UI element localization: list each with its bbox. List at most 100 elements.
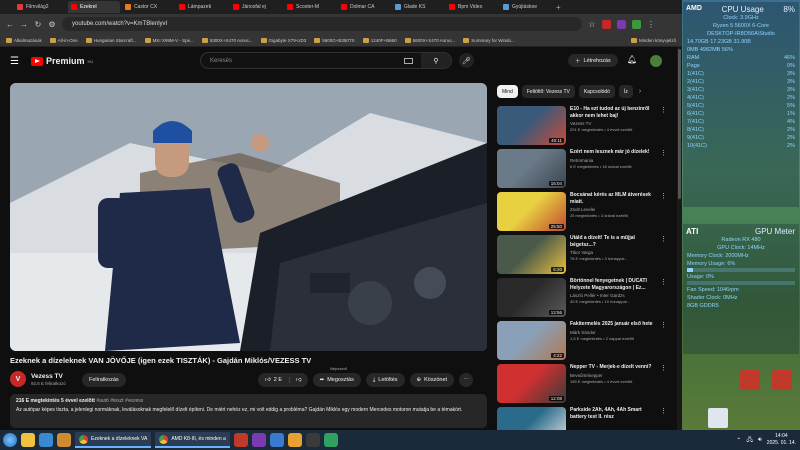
dislike-button[interactable]: 👎︎	[289, 377, 308, 383]
clock[interactable]: 14:04 2025. 01. 14.	[767, 433, 796, 447]
chevron-right-icon[interactable]: ›	[639, 85, 641, 98]
bookmark-item[interactable]: Hungarian Starcraft...	[85, 37, 137, 43]
video-thumbnail[interactable]: 15:04	[497, 149, 566, 188]
desktop-app-icon[interactable]	[740, 370, 760, 390]
like-button[interactable]: 👍︎ 2 E 👎︎	[258, 373, 308, 387]
extension-icon[interactable]	[632, 19, 641, 29]
video-menu-icon[interactable]: ⋮	[660, 149, 667, 157]
app-icon[interactable]	[323, 433, 338, 447]
video-menu-icon[interactable]: ⋮	[660, 235, 667, 243]
recommended-video[interactable]: 25:50 Bocsánat kérés az MLM átverések mia…	[497, 192, 667, 235]
app-icon[interactable]	[233, 433, 248, 447]
avatar[interactable]	[650, 55, 662, 67]
forward-icon[interactable]: →	[20, 20, 28, 29]
bookmark-item[interactable]: 5300X+X470 Aorus...	[201, 37, 253, 43]
browser-tab[interactable]: Bpm Video	[446, 1, 498, 13]
recommended-video[interactable]: 13:56 Börtönnel fenyegetnek | DUCATI Hely…	[497, 278, 667, 321]
hashtags[interactable]: #autó #teszt #vezess	[96, 398, 143, 404]
network-icon[interactable]: 🖧︎	[746, 435, 753, 445]
thanks-button[interactable]: ⊕ Köszönet	[409, 373, 455, 387]
video-title-small[interactable]: E10 - Ha ezt tudod az új benzinről akkor…	[570, 106, 658, 119]
filter-chip[interactable]: Mind	[497, 85, 518, 98]
browser-tab[interactable]: Castor CX	[122, 1, 174, 13]
url-field[interactable]: youtube.com/watch?v=KmTBlenlyvI	[62, 17, 582, 31]
video-title-small[interactable]: Ezért nem lesznek már jó dízelek!	[570, 149, 658, 156]
site-info-icon[interactable]: ⚙	[48, 20, 56, 29]
taskbar-second-window[interactable]: AMD K8-III, és minden a	[155, 432, 230, 448]
app-icon[interactable]	[57, 433, 71, 447]
taskbar-chrome-window[interactable]: Ezeknek a dízeleknek VA	[75, 432, 152, 448]
browser-tab[interactable]: Filmvilág2	[14, 1, 66, 13]
scrollbar-thumb[interactable]	[678, 49, 681, 199]
video-player[interactable]	[10, 83, 487, 351]
filter-chip[interactable]: Feltöltő: Vezess TV	[521, 85, 575, 98]
video-title-small[interactable]: Utáld a dízelt! Te is a műjjal bégetsz..…	[570, 235, 658, 248]
video-thumbnail[interactable]: 12:08	[497, 364, 566, 403]
new-tab-icon[interactable]: +	[556, 3, 561, 12]
browser-tab[interactable]: Ezekrel	[68, 1, 120, 13]
extension-icon[interactable]	[617, 19, 626, 29]
video-menu-icon[interactable]: ⋮	[660, 192, 667, 200]
subscribe-button[interactable]: Feliratkozás	[82, 373, 126, 387]
recommended-video[interactable]: 40:11 E10 - Ha ezt tudod az új benzinről …	[497, 106, 667, 149]
video-thumbnail[interactable]: 4:22	[497, 321, 566, 360]
bookmark-item[interactable]: 5600X+X470 Aorus...	[404, 37, 455, 43]
video-thumbnail[interactable]: 25:50	[497, 192, 566, 231]
extension-icon[interactable]	[602, 19, 611, 29]
search-box[interactable]: Keresés ⚲	[200, 52, 452, 69]
more-actions-button[interactable]: ⋯	[459, 373, 474, 387]
desktop-file-icon[interactable]	[708, 408, 728, 428]
recommended-video[interactable]: 4:22 Fakitermelés 2025 január első hete Má…	[497, 321, 667, 364]
all-bookmarks-folder[interactable]: Minden könyvjelző	[630, 37, 676, 43]
browser-tab[interactable]: Jánosfal ej	[230, 1, 282, 13]
video-description[interactable]: 216 E megtekintés 5 évvel ezelőtt #autó …	[10, 394, 487, 428]
video-menu-icon[interactable]: ⋮	[660, 407, 667, 415]
explorer-icon[interactable]	[21, 433, 35, 447]
star-icon[interactable]: ☆	[588, 20, 596, 29]
video-title-small[interactable]: Bocsánat kérés az MLM átverések miatt.	[570, 192, 658, 205]
youtube-logo[interactable]: Premium HU	[30, 56, 93, 66]
video-title-small[interactable]: Börtönnel fenyegetnek | DUCATI Helyzete …	[570, 278, 658, 291]
voice-search-button[interactable]: 🎤︎	[459, 53, 474, 68]
app-icon[interactable]	[269, 433, 284, 447]
back-icon[interactable]: ←	[6, 20, 14, 29]
browser-tab[interactable]: Glade KS	[392, 1, 444, 13]
video-menu-icon[interactable]: ⋮	[660, 106, 667, 114]
channel-name[interactable]: Vezess TV	[31, 373, 66, 380]
recommended-video[interactable]: 15:04 Ezért nem lesznek már jó dízelek! Re…	[497, 149, 667, 192]
video-menu-icon[interactable]: ⋮	[660, 364, 667, 372]
video-title-small[interactable]: Fakitermelés 2025 január első hete	[570, 321, 658, 328]
search-button[interactable]: ⚲	[421, 53, 451, 68]
media-icon[interactable]	[39, 433, 53, 447]
recommended-video[interactable]: 6:20 Utáld a dízelt! Te is a műjjal béget…	[497, 235, 667, 278]
video-menu-icon[interactable]: ⋮	[660, 278, 667, 286]
tray-chevron-icon[interactable]: ⌃	[736, 437, 741, 444]
recommended-video[interactable]: 12:08 Nepper TV - Merjek-e dízelt venni? B…	[497, 364, 667, 407]
reload-icon[interactable]: ↻	[34, 20, 42, 29]
app-icon[interactable]	[251, 433, 266, 447]
filter-chip[interactable]: Kapcsolódó	[578, 85, 615, 98]
bookmark-item[interactable]: 5600G+B350TX	[314, 37, 355, 43]
video-thumbnail[interactable]: 40:11	[497, 106, 566, 145]
volume-icon[interactable]: 🔊︎	[758, 437, 762, 444]
app-icon[interactable]	[287, 433, 302, 447]
video-thumbnail[interactable]: 13:56	[497, 278, 566, 317]
bookmark-item[interactable]: Gigabyte X79-UD3	[260, 37, 306, 43]
search-input[interactable]: Keresés	[201, 58, 404, 64]
notifications-bell-icon[interactable]: 🔔︎	[627, 55, 637, 64]
start-icon[interactable]	[3, 433, 17, 447]
bookmark-item[interactable]: Alkalmazások	[6, 37, 42, 43]
menu-dots-icon[interactable]: ⋮	[647, 20, 655, 29]
bookmark-item[interactable]: 1240F+B660	[362, 37, 397, 43]
browser-tab[interactable]: Gyújtáskoe	[500, 1, 552, 13]
desktop-app-icon[interactable]	[772, 370, 792, 390]
browser-tab[interactable]: Lámpazeti	[176, 1, 228, 13]
bookmark-item[interactable]: MSI X99M-V - Spe...	[144, 37, 194, 43]
share-button[interactable]: ➦ Megosztás	[312, 373, 361, 387]
create-button[interactable]: ＋ Létrehozás	[568, 54, 618, 67]
bookmark-item[interactable]: All-in-One	[49, 37, 78, 43]
filter-chip[interactable]: Íz	[618, 85, 633, 98]
keyboard-icon[interactable]	[404, 57, 413, 64]
video-thumbnail[interactable]: 6:20	[497, 235, 566, 274]
video-title-small[interactable]: Parkside 2Ah, 4Ah, 4Ah Smart battery tes…	[570, 407, 658, 420]
